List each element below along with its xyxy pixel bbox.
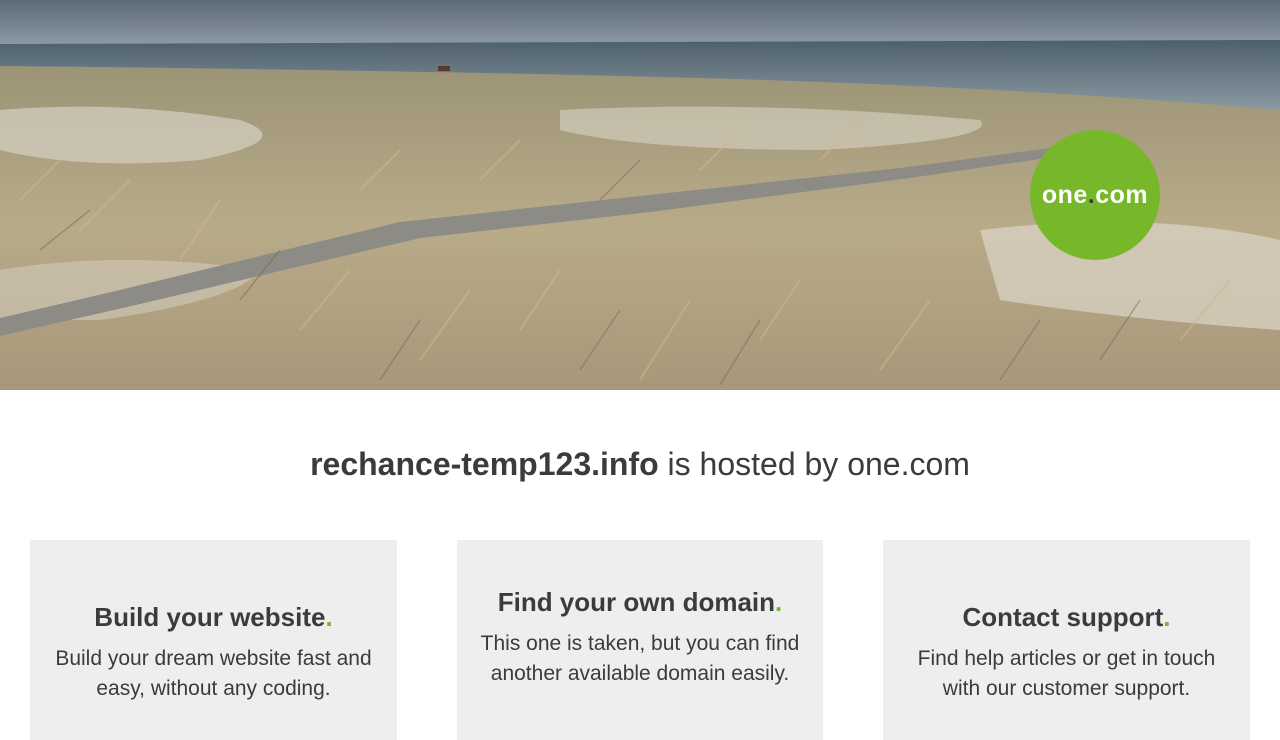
card-title-period: . — [1163, 602, 1171, 632]
card-title-period: . — [775, 587, 783, 617]
card-description: Build your dream website fast and easy, … — [55, 647, 372, 700]
card-title-text: Contact support — [962, 602, 1164, 632]
logo-text-left: one — [1041, 180, 1088, 209]
find-domain-card[interactable]: Find your own domain. This one is taken,… — [457, 540, 823, 740]
card-title-text: Build your website — [94, 602, 326, 632]
card-description: Find help articles or get in touch with … — [917, 647, 1216, 700]
build-website-card[interactable]: Build your website. Build your dream web… — [30, 540, 397, 740]
page-headline: rechance-temp123.info is hosted by one.c… — [0, 444, 1280, 484]
logo-dot: . — [1087, 180, 1096, 209]
card-title: Build your website. — [44, 600, 383, 634]
logo-text-right: com — [1095, 180, 1149, 209]
one-com-logo[interactable]: one. com — [1030, 130, 1160, 260]
card-title: Contact support. — [897, 600, 1236, 634]
card-title: Find your own domain. — [471, 585, 809, 619]
card-description: This one is taken, but you can find anot… — [480, 632, 800, 685]
card-title-period: . — [325, 602, 333, 632]
card-title-text: Find your own domain — [497, 587, 776, 617]
headline-suffix: is hosted by one.com — [658, 446, 970, 482]
hero-banner: one. com — [0, 0, 1280, 390]
contact-support-card[interactable]: Contact support. Find help articles or g… — [883, 540, 1250, 740]
domain-name: rechance-temp123.info — [310, 446, 659, 482]
